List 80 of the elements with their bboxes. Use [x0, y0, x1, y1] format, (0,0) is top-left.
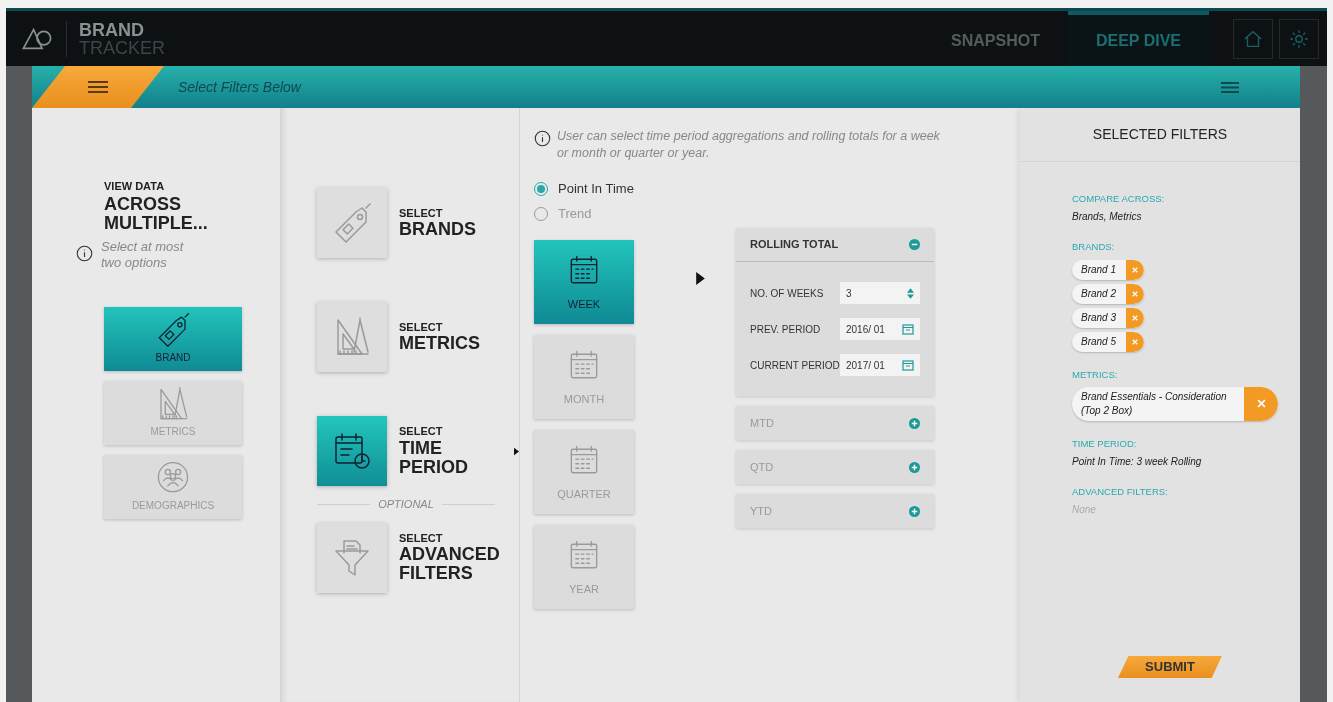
- home-button[interactable]: [1233, 18, 1273, 59]
- step-tile[interactable]: [317, 416, 387, 486]
- remove-button[interactable]: [1126, 331, 1144, 352]
- app-title: BRAND: [79, 20, 145, 39]
- panel-header[interactable]: MTD: [736, 406, 934, 440]
- filter-label: BRANDS:: [1072, 240, 1116, 255]
- remove-button[interactable]: [1126, 259, 1144, 280]
- period-tile[interactable]: YEAR: [534, 525, 634, 609]
- filter-bar-title: Select Filters Below: [178, 77, 301, 97]
- step-title: METRICS: [399, 334, 481, 354]
- view-option[interactable]: DEMOGRAPHICS: [104, 454, 242, 519]
- step-eyebrow: SELECT: [399, 425, 444, 439]
- step-eyebrow: SELECT: [399, 531, 444, 546]
- close-icon: [1132, 290, 1138, 297]
- remove-button[interactable]: [1126, 283, 1144, 304]
- menu-button[interactable]: [32, 66, 164, 108]
- period-tile[interactable]: MONTH: [534, 335, 634, 419]
- close-icon: [1132, 314, 1138, 321]
- calendar-icon: [902, 359, 914, 371]
- filter-label: METRICS:: [1072, 367, 1119, 382]
- chip-label: Brand 3: [1080, 311, 1118, 325]
- panel-header[interactable]: ROLLING TOTAL: [736, 228, 934, 262]
- info-icon: [534, 130, 551, 147]
- chip-label: Brand 2: [1080, 287, 1118, 301]
- step-tile[interactable]: [317, 302, 387, 372]
- date-field[interactable]: 2016/ 01: [840, 318, 920, 340]
- info-icon: [76, 244, 93, 262]
- hint-text: Select at most two options: [101, 238, 185, 271]
- chip-label: Brand 1: [1080, 263, 1118, 277]
- expand-icon: [909, 417, 920, 429]
- chip-label: Brand 5: [1080, 335, 1118, 349]
- filter-label: ADVANCED FILTERS:: [1072, 485, 1169, 499]
- section-heading: ACROSS MULTIPLE...: [104, 194, 209, 233]
- step-title: ADVANCED FILTERS: [399, 545, 501, 584]
- logo-icon: [20, 25, 54, 52]
- pointer-icon: [696, 272, 705, 285]
- period-tile[interactable]: QUARTER: [534, 430, 634, 514]
- expand-icon: [909, 505, 920, 517]
- step-eyebrow: SELECT: [399, 206, 444, 221]
- collapse-icon: [909, 239, 920, 250]
- radio-label: Point In Time: [558, 179, 634, 198]
- filter-value: Point In Time: 3 week Rolling: [1072, 455, 1203, 469]
- field-label: PREV. PERIOD: [750, 322, 821, 337]
- view-option[interactable]: BRAND: [104, 306, 242, 371]
- calendar-icon: [902, 323, 914, 335]
- menu-icon: [1221, 80, 1239, 94]
- panel-title: SELECTED FILTERS: [1092, 125, 1228, 144]
- step-tile[interactable]: [317, 522, 387, 593]
- filter-value: Brands, Metrics: [1072, 210, 1143, 225]
- filter-label: TIME PERIOD:: [1072, 436, 1138, 451]
- info-text: User can select time period aggregations and rolling totals for a week or month or quarter or year.: [557, 128, 941, 162]
- radio-label: Trend: [558, 204, 592, 223]
- step-tile[interactable]: [317, 188, 387, 258]
- submit-button[interactable]: SUBMIT: [1118, 656, 1222, 678]
- menu-icon: [88, 80, 108, 94]
- date-field[interactable]: 2017/ 01: [840, 354, 920, 376]
- field-label: CURRENT PERIOD: [750, 358, 840, 373]
- step-title: BRANDS: [399, 220, 477, 240]
- settings-button[interactable]: [1279, 18, 1319, 59]
- field-label: NO. OF WEEKS: [750, 286, 824, 301]
- remove-button[interactable]: [1126, 307, 1144, 328]
- close-icon: [1132, 338, 1138, 345]
- view-option[interactable]: METRICS: [104, 380, 242, 445]
- remove-button[interactable]: [1244, 386, 1278, 421]
- chip-label: Brand Essentials - Consideration (Top 2 Box): [1080, 389, 1228, 418]
- spinner-icon: [907, 287, 914, 299]
- nav-tab[interactable]: SNAPSHOT: [923, 11, 1068, 66]
- panel-header[interactable]: QTD: [736, 450, 934, 484]
- close-icon: [1256, 399, 1266, 409]
- number-field[interactable]: 3: [840, 282, 920, 304]
- section-eyebrow: VIEW DATA: [104, 179, 166, 194]
- expand-icon: [909, 461, 920, 473]
- close-icon: [1132, 266, 1138, 273]
- period-tile[interactable]: WEEK: [534, 240, 634, 324]
- settings-icon: [1288, 27, 1310, 50]
- optional-label: OPTIONAL: [378, 497, 434, 512]
- filter-label: COMPARE ACROSS:: [1072, 192, 1166, 206]
- step-eyebrow: SELECT: [399, 320, 444, 335]
- step-title: TIME PERIOD: [399, 438, 469, 477]
- panel-header[interactable]: YTD: [736, 494, 934, 528]
